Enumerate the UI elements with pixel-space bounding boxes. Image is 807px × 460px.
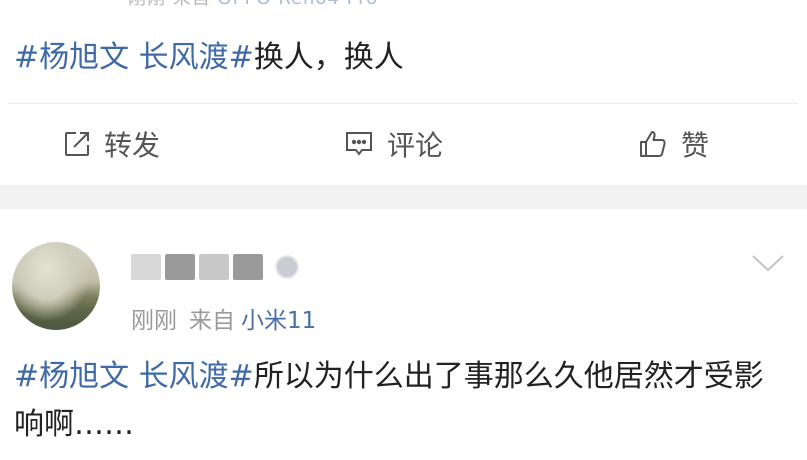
post-2-meta: 刚刚 来自 小米11	[131, 301, 316, 335]
repost-icon	[65, 132, 89, 156]
post-1-text: #杨旭文 长风渡#换人，换人	[14, 36, 404, 80]
weibo-post-1: 刚刚 来自 OPPO Reno4 Pro #杨旭文 长风渡#换人，换人 转发 评…	[0, 0, 807, 185]
post-from: 来自	[189, 308, 235, 334]
thumbs-up-icon	[640, 131, 666, 157]
divider	[8, 103, 798, 104]
blur-block	[233, 254, 263, 280]
chevron-down-icon[interactable]	[751, 253, 785, 277]
comment-label: 评论	[387, 129, 444, 162]
post-source[interactable]: OPPO Reno4 Pro	[217, 0, 378, 8]
post-time: 刚刚	[128, 0, 166, 8]
post-body: 换人，换人	[253, 40, 404, 75]
post-time: 刚刚	[131, 308, 177, 334]
blur-block	[165, 254, 195, 280]
post-from: 来自	[173, 0, 211, 8]
blur-block	[131, 254, 161, 280]
post-1-header-cut: 刚刚 来自 OPPO Reno4 Pro	[0, 0, 807, 8]
weibo-post-2: 刚刚 来自 小米11 #杨旭文 长风渡#所以为什么出了事那么久他居然才受影响啊……	[0, 209, 807, 460]
post-2-text: #杨旭文 长风渡#所以为什么出了事那么久他居然才受影响啊……	[14, 353, 784, 449]
repost-label: 转发	[104, 129, 161, 162]
post-1-meta: 刚刚 来自 OPPO Reno4 Pro	[128, 0, 378, 8]
username-blurred[interactable]	[131, 249, 299, 285]
like-label: 赞	[681, 129, 710, 162]
comment-icon	[346, 132, 372, 156]
verified-badge-icon	[275, 255, 299, 279]
repost-button[interactable]: 转发	[62, 124, 160, 164]
like-button[interactable]: 赞	[637, 124, 709, 164]
blur-block	[199, 254, 229, 280]
comment-button[interactable]: 评论	[343, 124, 443, 164]
topic-tag[interactable]: #杨旭文 长风渡#	[14, 359, 254, 394]
topic-tag[interactable]: #杨旭文 长风渡#	[14, 40, 254, 75]
feed-separator	[0, 185, 807, 209]
avatar[interactable]	[12, 242, 100, 330]
post-device[interactable]: 小米11	[241, 308, 316, 334]
